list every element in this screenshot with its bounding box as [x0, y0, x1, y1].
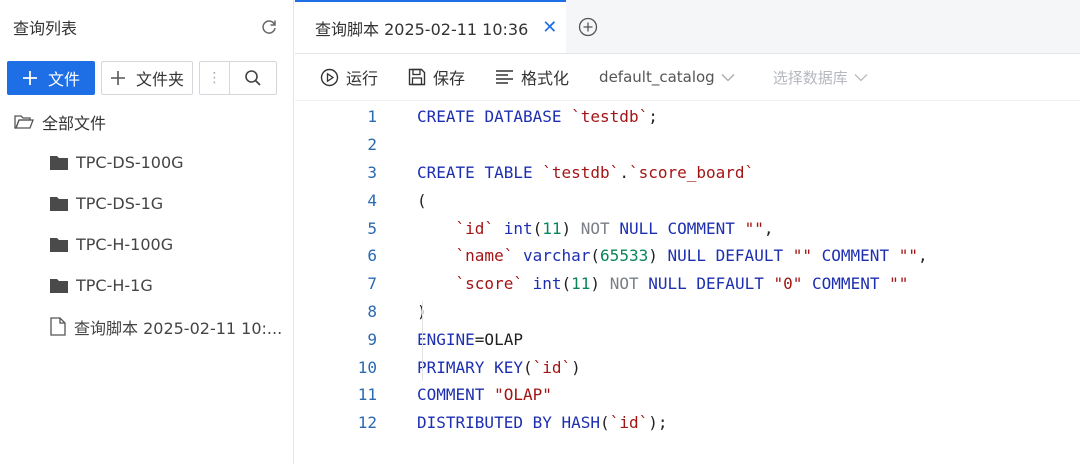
code-text: PRIMARY KEY(`id`): [417, 357, 581, 377]
code-text: `name` varchar(65533) NULL DEFAULT "" CO…: [455, 246, 928, 266]
line-number: 10: [357, 357, 377, 377]
new-file-label: 文件: [47, 70, 80, 89]
code-line: 9 ENGINE=OLAP: [295, 325, 1080, 353]
editor-toolbar: 运行 保存 格式化 default_catalog 选择数据库: [295, 54, 1080, 101]
play-circle-icon: [320, 68, 339, 86]
catalog-value: default_catalog: [599, 68, 715, 86]
query-list-title: 查询列表: [13, 19, 78, 38]
run-label: 运行: [346, 69, 379, 88]
plus-circle-icon: [578, 17, 598, 36]
more-options-label: ⋮: [207, 70, 222, 86]
refresh-icon[interactable]: [259, 17, 279, 37]
tree-item-label: TPC-DS-1G: [76, 194, 164, 213]
query-list-panel: 查询列表 文件 文件夹 ⋮ 全部文件 TPC-DS-100G TPC-DS-1G…: [0, 0, 294, 464]
format-label: 格式化: [521, 69, 570, 88]
tree-item-label: 查询脚本 2025-02-11 10:...: [74, 318, 283, 338]
tree-item-label: TPC-DS-100G: [76, 153, 184, 172]
format-icon: [496, 70, 514, 84]
plus-icon: [22, 71, 37, 85]
code-line: 8): [295, 298, 1080, 326]
new-folder-button[interactable]: 文件夹: [101, 61, 193, 95]
code-text: COMMENT "OLAP": [417, 385, 552, 405]
code-text: CREATE TABLE `testdb`.`score_board`: [417, 162, 755, 182]
tree-item-label: TPC-H-100G: [76, 235, 174, 254]
code-line: 3 CREATE TABLE `testdb`.`score_board`: [295, 159, 1080, 187]
save-icon: [408, 68, 426, 86]
tree-item-label: TPC-H-1G: [76, 276, 153, 295]
code-text: `id` int(11) NOT NULL COMMENT "",: [455, 218, 774, 238]
file-icon: [50, 317, 66, 336]
line-number: 6: [367, 246, 377, 266]
new-file-button[interactable]: 文件: [7, 61, 95, 95]
folder-icon: [50, 279, 68, 293]
line-number: 4: [367, 190, 377, 210]
code-line: 4(: [295, 186, 1080, 214]
database-placeholder: 选择数据库: [772, 68, 848, 87]
editor-area: 查询脚本 2025-02-11 10:36 ✕ 运行 保存 格式化 defaul…: [295, 0, 1080, 464]
code-line: 12 DISTRIBUTED BY HASH(`id`);: [295, 409, 1080, 437]
code-line: 5 `id` int(11) NOT NULL COMMENT "",: [295, 214, 1080, 242]
code-line: 6 `name` varchar(65533) NULL DEFAULT "" …: [295, 242, 1080, 270]
folder-icon: [50, 156, 68, 170]
folder-icon: [50, 197, 68, 211]
chevron-down-icon: [721, 73, 735, 81]
tab-query-script[interactable]: 查询脚本 2025-02-11 10:36 ✕: [295, 0, 566, 53]
line-number: 11: [357, 385, 377, 405]
save-label: 保存: [433, 69, 466, 88]
folder-icon: [50, 238, 68, 252]
format-button[interactable]: 格式化: [495, 65, 569, 89]
line-number: 1: [367, 107, 377, 127]
code-text: CREATE DATABASE `testdb`;: [417, 107, 658, 127]
code-text: ): [377, 302, 427, 321]
run-button[interactable]: 运行: [320, 65, 378, 89]
line-number: 12: [357, 413, 377, 433]
new-folder-label: 文件夹: [135, 70, 184, 89]
line-number: 8: [367, 301, 377, 321]
tree-root-label: 全部文件: [42, 114, 107, 133]
line-number: 3: [367, 162, 377, 182]
tree-item-file[interactable]: 查询脚本 2025-02-11 10:...: [0, 306, 293, 347]
code-line: 1 CREATE DATABASE `testdb`;: [295, 103, 1080, 131]
more-options-button[interactable]: ⋮: [199, 61, 229, 95]
line-number: 2: [367, 135, 377, 155]
code-line: 2: [295, 131, 1080, 159]
chevron-down-icon: [854, 73, 868, 81]
code-line: 7 `score` int(11) NOT NULL DEFAULT "0" C…: [295, 270, 1080, 298]
line-number: 9: [367, 329, 377, 349]
tree-item-folder[interactable]: TPC-DS-1G: [0, 183, 293, 224]
query-list-toolbar: 文件 文件夹 ⋮: [0, 54, 293, 102]
code-text: ENGINE=OLAP: [417, 329, 523, 349]
line-number: 5: [367, 218, 377, 238]
tree-root-all-files[interactable]: 全部文件: [0, 102, 293, 142]
line-number: 7: [367, 274, 377, 294]
database-select[interactable]: 选择数据库: [773, 67, 868, 88]
plus-icon: [110, 71, 125, 85]
folder-open-icon: [14, 115, 34, 129]
search-button[interactable]: [229, 61, 277, 95]
code-line: 10 PRIMARY KEY(`id`): [295, 353, 1080, 381]
save-button[interactable]: 保存: [408, 65, 465, 89]
tree-item-folder[interactable]: TPC-H-100G: [0, 224, 293, 265]
tab-bar: 查询脚本 2025-02-11 10:36 ✕: [295, 0, 1080, 54]
search-icon: [245, 70, 261, 86]
close-icon[interactable]: ✕: [542, 18, 557, 37]
tab-label: 查询脚本 2025-02-11 10:36: [315, 19, 529, 39]
code-line: 11 COMMENT "OLAP": [295, 381, 1080, 409]
tree-item-folder[interactable]: TPC-H-1G: [0, 265, 293, 306]
code-text: DISTRIBUTED BY HASH(`id`);: [417, 413, 668, 433]
sql-editor[interactable]: 1 CREATE DATABASE `testdb`; 2 3 CREATE TABLE…: [295, 101, 1080, 437]
query-list-header: 查询列表: [0, 0, 293, 54]
tree-item-folder[interactable]: TPC-DS-100G: [0, 142, 293, 183]
file-tree: 全部文件 TPC-DS-100G TPC-DS-1G TPC-H-100G TP…: [0, 102, 293, 347]
add-tab-button[interactable]: [566, 0, 610, 53]
indent-guide: [422, 301, 423, 381]
code-text: `score` int(11) NOT NULL DEFAULT "0" COM…: [455, 274, 909, 294]
catalog-select[interactable]: default_catalog: [599, 68, 735, 86]
code-text: (: [417, 190, 427, 210]
